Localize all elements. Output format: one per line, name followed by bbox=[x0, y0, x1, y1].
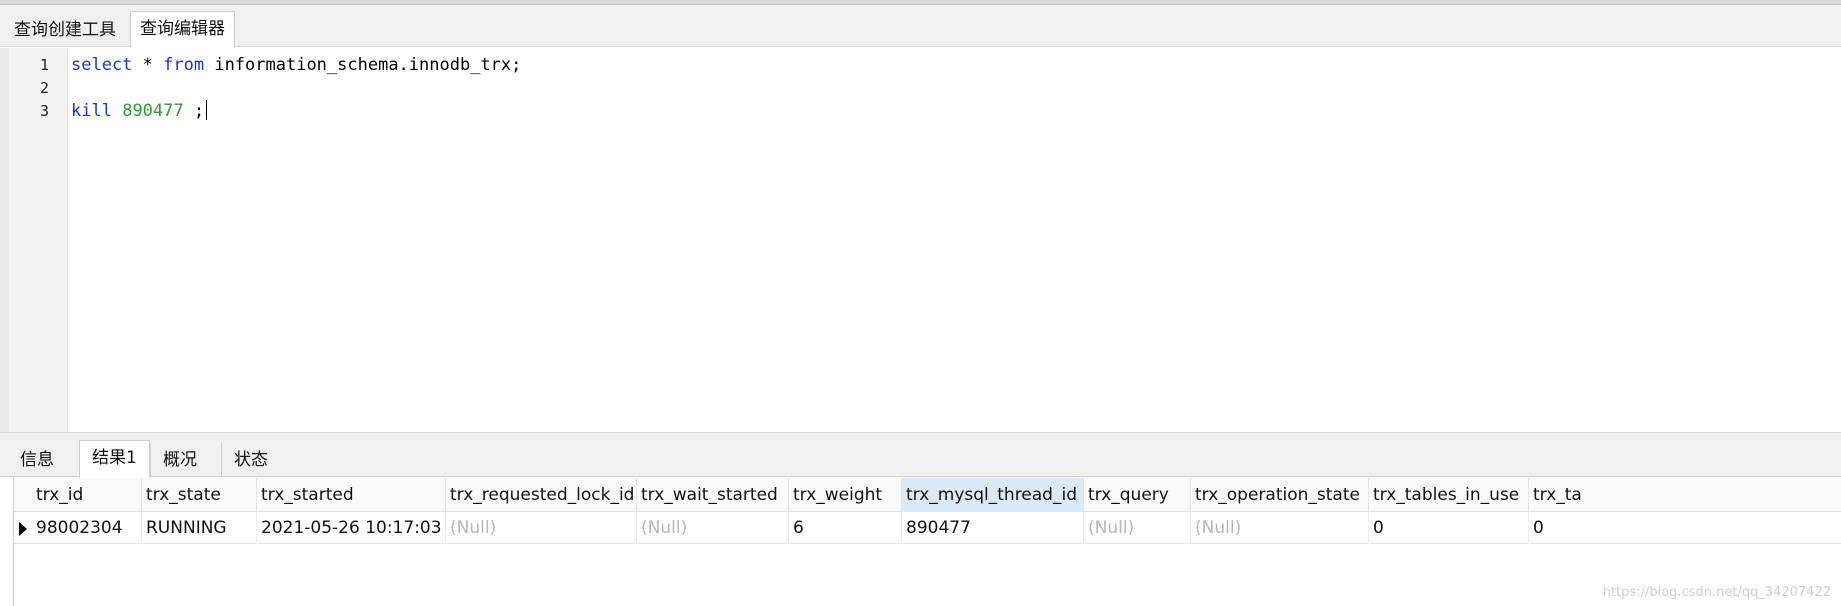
column-header-trx-mysql-thread-id[interactable]: trx_mysql_thread_id bbox=[902, 478, 1084, 512]
grid-header: trx_id trx_state trx_started trx_request… bbox=[14, 478, 1841, 512]
cell-trx-query[interactable]: (Null) bbox=[1084, 512, 1191, 544]
column-header-trx-query[interactable]: trx_query bbox=[1084, 478, 1191, 512]
tab-query-editor[interactable]: 查询编辑器 bbox=[130, 11, 235, 48]
keyword-from: from bbox=[163, 55, 205, 75]
code-text: * bbox=[132, 55, 164, 75]
cell-trx-requested-lock-id[interactable]: (Null) bbox=[446, 512, 637, 544]
cell-trx-weight[interactable]: 6 bbox=[789, 512, 902, 544]
code-text: information_schema.innodb_trx; bbox=[204, 55, 522, 75]
cell-trx-tables-in-use[interactable]: 0 bbox=[1369, 512, 1529, 544]
column-header-trx-operation-state[interactable]: trx_operation_state bbox=[1191, 478, 1369, 512]
code-line-1[interactable]: select * from information_schema.innodb_… bbox=[71, 54, 521, 77]
cell-trx-wait-started[interactable]: (Null) bbox=[637, 512, 789, 544]
current-row-indicator-icon bbox=[19, 522, 27, 536]
column-header-trx-started[interactable]: trx_started bbox=[257, 478, 446, 512]
table-row[interactable]: 98002304 RUNNING 2021-05-26 10:17:03 (Nu… bbox=[14, 512, 1841, 544]
column-header-trx-wait-started[interactable]: trx_wait_started bbox=[637, 478, 789, 512]
text-caret bbox=[206, 100, 208, 120]
result-grid[interactable]: trx_id trx_state trx_started trx_request… bbox=[13, 478, 1841, 606]
tab-status[interactable]: 状态 bbox=[221, 443, 280, 477]
result-tabs-bar: 信息 结果1 概况 状态 bbox=[0, 432, 1841, 478]
column-header-trx-tables-in-use[interactable]: trx_tables_in_use bbox=[1369, 478, 1529, 512]
line-number: 3 bbox=[39, 102, 49, 120]
keyword-select: select bbox=[71, 55, 133, 75]
tab-result-1[interactable]: 结果1 bbox=[79, 440, 150, 478]
code-text: ; bbox=[183, 101, 205, 121]
cell-trx-id[interactable]: 98002304 bbox=[32, 512, 142, 544]
code-line-3[interactable]: kill 890477 ; bbox=[71, 100, 208, 123]
cell-trx-state[interactable]: RUNNING bbox=[142, 512, 257, 544]
cell-trx-tables-truncated[interactable]: 0 bbox=[1529, 512, 1841, 544]
cell-trx-mysql-thread-id[interactable]: 890477 bbox=[902, 512, 1084, 544]
cell-trx-operation-state[interactable]: (Null) bbox=[1191, 512, 1369, 544]
column-header-trx-state[interactable]: trx_state bbox=[142, 478, 257, 512]
column-header-trx-tables-truncated[interactable]: trx_ta bbox=[1529, 478, 1841, 512]
tab-info[interactable]: 信息 bbox=[8, 443, 66, 477]
number-literal: 890477 bbox=[122, 101, 184, 121]
sql-editor[interactable]: 1 2 3 select * from information_schema.i… bbox=[0, 48, 1841, 432]
query-tabs-bar: 查询创建工具 查询编辑器 bbox=[0, 5, 1841, 48]
keyword-kill: kill bbox=[71, 101, 112, 121]
column-header-trx-weight[interactable]: trx_weight bbox=[789, 478, 902, 512]
column-header-trx-requested-lock-id[interactable]: trx_requested_lock_id bbox=[446, 478, 637, 512]
tab-query-builder[interactable]: 查询创建工具 bbox=[5, 13, 125, 47]
cell-trx-started[interactable]: 2021-05-26 10:17:03 bbox=[257, 512, 446, 544]
watermark: https://blog.csdn.net/qq_34207422 bbox=[1602, 585, 1831, 600]
line-number: 1 bbox=[39, 56, 49, 74]
column-header-trx-id[interactable]: trx_id bbox=[32, 478, 142, 512]
line-number-gutter: 1 2 3 bbox=[9, 48, 68, 432]
line-number: 2 bbox=[39, 79, 49, 97]
tab-profile[interactable]: 概况 bbox=[150, 443, 209, 477]
